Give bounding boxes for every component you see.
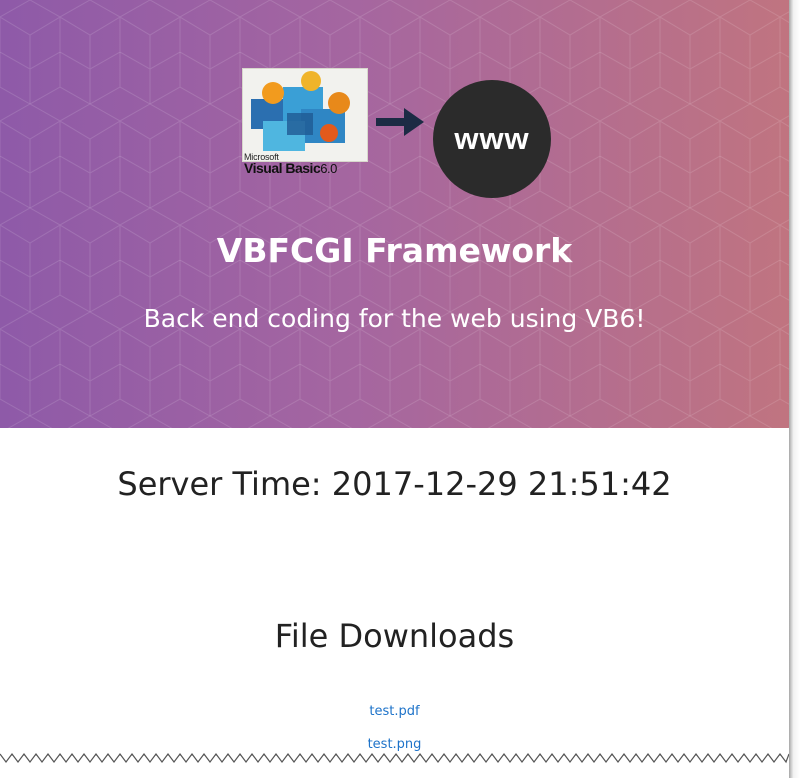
www-icon: www xyxy=(433,80,551,198)
page: Microsoft Visual Basic6.0 www VBFCGI Fra… xyxy=(0,0,789,778)
download-link-test-pdf[interactable]: test.pdf xyxy=(369,704,419,719)
list-item: test.pdf xyxy=(0,700,789,733)
torn-edge-decoration xyxy=(0,753,789,778)
vb-version: 6.0 xyxy=(320,161,337,176)
hero-banner: Microsoft Visual Basic6.0 www VBFCGI Fra… xyxy=(0,0,789,428)
page-subtitle: Back end coding for the web using VB6! xyxy=(143,304,646,333)
file-downloads-heading: File Downloads xyxy=(274,617,515,655)
vb-logo-graphic xyxy=(242,68,368,162)
logo-row: Microsoft Visual Basic6.0 www xyxy=(240,68,560,198)
server-time: Server Time: 2017-12-29 21:51:42 xyxy=(117,465,672,503)
page-shadow xyxy=(789,0,800,778)
vb-cubes-icon xyxy=(251,71,350,151)
vb-product-name: Visual Basic xyxy=(244,160,321,176)
vb-product-label: Visual Basic6.0 xyxy=(244,160,337,176)
arrow-right-icon xyxy=(376,108,424,136)
hexagon-pattern-background xyxy=(0,0,789,428)
visual-basic-logo: Microsoft Visual Basic6.0 xyxy=(240,68,368,176)
page-title: VBFCGI Framework xyxy=(216,231,573,270)
